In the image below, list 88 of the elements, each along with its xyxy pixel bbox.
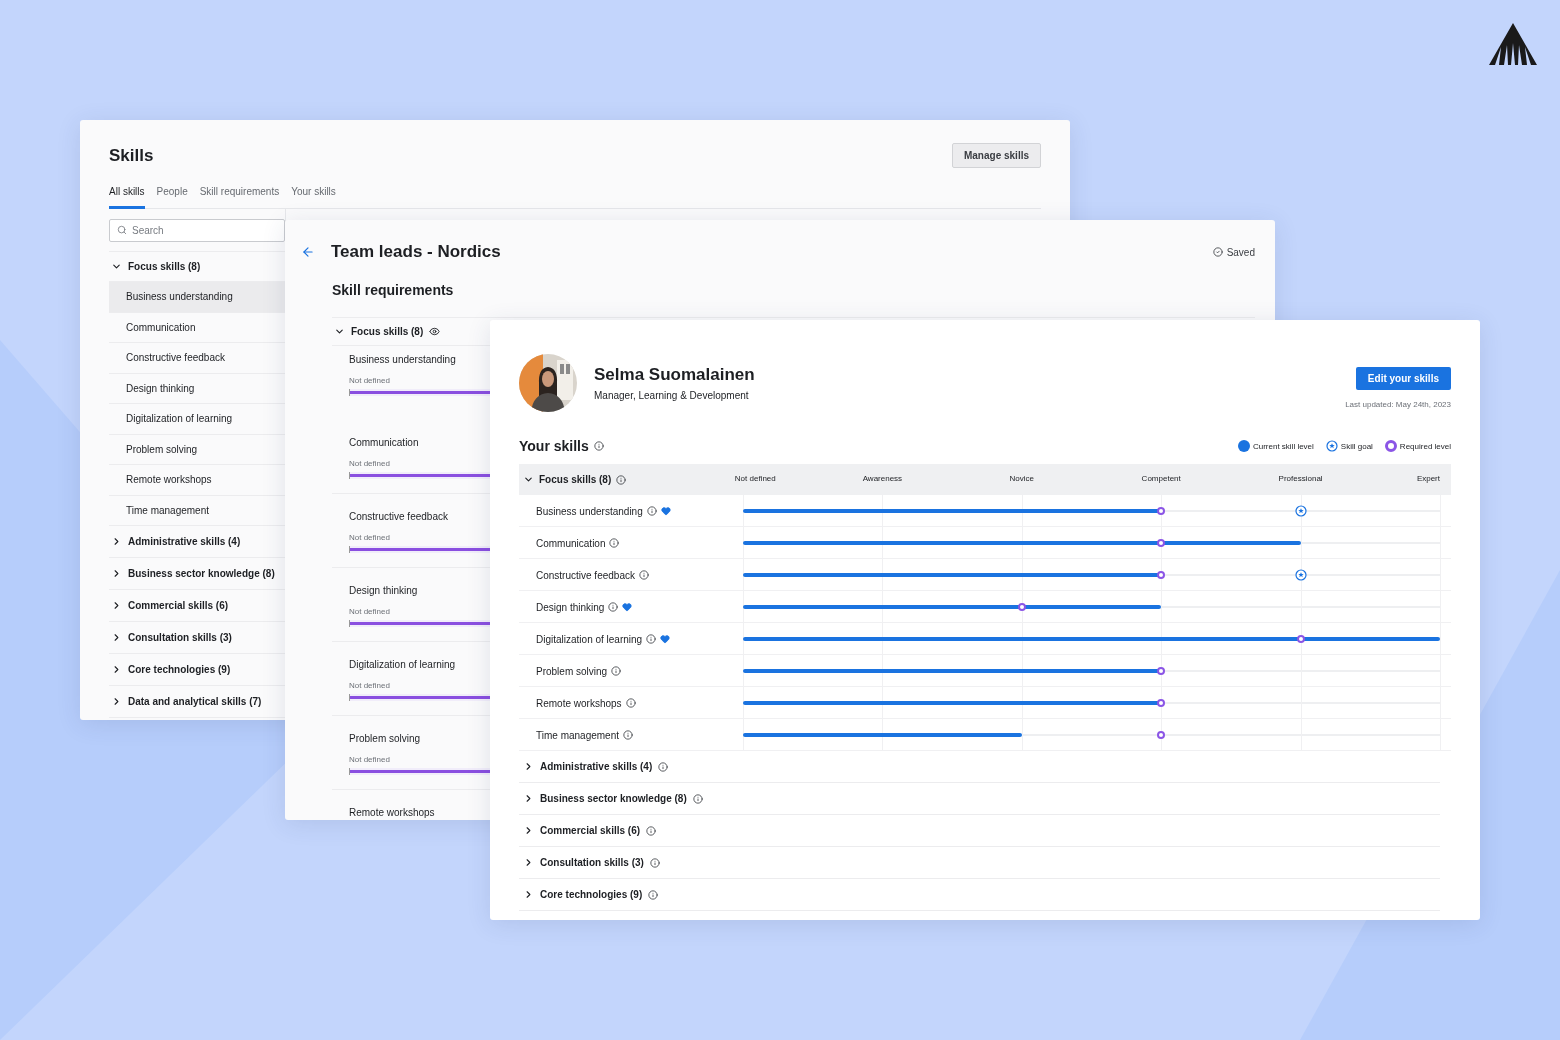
section-title: Your skills <box>519 438 589 454</box>
star-circle-icon <box>1325 440 1338 452</box>
manage-skills-button[interactable]: Manage skills <box>951 143 1041 168</box>
group-label[interactable]: Core technologies (9) <box>128 664 231 675</box>
group-label[interactable]: Focus skills (8) <box>351 326 424 337</box>
chevron-down-icon[interactable] <box>111 261 122 272</box>
column-header: Awareness <box>862 474 903 483</box>
skill-name: Business understanding <box>349 354 456 365</box>
skill-name: Design thinking <box>349 585 418 596</box>
level-value: Not defined <box>349 681 390 690</box>
info-icon[interactable] <box>638 570 649 580</box>
skill-name: Constructive feedback <box>349 511 448 522</box>
level-value: Not defined <box>349 607 390 616</box>
group-label[interactable]: Administrative skills (4) <box>540 761 653 772</box>
column-header: Competent <box>1141 474 1181 483</box>
info-icon[interactable] <box>609 538 620 548</box>
level-value: Not defined <box>349 755 390 764</box>
eye-icon[interactable] <box>429 326 441 337</box>
heart-icon[interactable] <box>622 602 633 612</box>
skill-name: Remote workshops <box>536 697 622 709</box>
column-header: Expert <box>1416 474 1440 483</box>
ring-icon <box>1384 440 1397 452</box>
column-header: Professional <box>1278 474 1323 483</box>
skill-name: Business understanding <box>536 505 643 517</box>
heart-icon[interactable] <box>660 634 671 644</box>
skill-name: Time management <box>536 729 619 741</box>
group-label[interactable]: Business sector knowledge (8) <box>540 793 687 804</box>
group-label[interactable]: Focus skills (8) <box>539 474 612 485</box>
skill-name: Digitalization of learning <box>536 633 643 645</box>
group-label[interactable]: Commercial skills (6) <box>540 825 641 836</box>
skill-name: Problem solving <box>349 733 421 744</box>
skill-name: Constructive feedback <box>536 569 635 581</box>
search-field[interactable]: Search <box>109 219 285 242</box>
check-circle-icon <box>1212 247 1223 257</box>
chevron-down-icon[interactable] <box>334 326 345 337</box>
skill-name: Digitalization of learning <box>349 659 456 670</box>
skill-name: Remote workshops <box>349 807 435 818</box>
info-icon[interactable] <box>646 506 657 516</box>
info-icon[interactable] <box>649 857 660 868</box>
info-icon[interactable] <box>608 602 619 612</box>
person-name: Selma Suomalainen <box>594 365 755 385</box>
info-icon[interactable] <box>646 825 657 836</box>
group-label[interactable]: Focus skills (8) <box>128 261 201 272</box>
search-icon <box>117 225 127 235</box>
skill-name: Problem solving <box>536 665 608 677</box>
person-role: Manager, Learning & Development <box>594 390 749 401</box>
info-icon[interactable] <box>616 474 627 485</box>
group-label[interactable]: Consultation skills (3) <box>540 857 644 868</box>
dot-icon <box>1237 440 1250 452</box>
group-label[interactable]: Core technologies (9) <box>540 889 643 900</box>
level-value: Not defined <box>349 459 390 468</box>
column-header: Novice <box>1009 474 1034 483</box>
section-title: Skill requirements <box>332 282 455 298</box>
info-icon[interactable] <box>648 889 659 900</box>
info-icon[interactable] <box>593 441 604 451</box>
page-title: Skills <box>109 144 154 167</box>
tab[interactable]: Skill requirements <box>199 182 280 209</box>
group-label[interactable]: Commercial skills (6) <box>128 600 229 611</box>
skill-list-item[interactable]: Business understanding <box>109 282 285 313</box>
info-icon[interactable] <box>625 698 636 708</box>
heart-icon[interactable] <box>660 506 671 516</box>
tab[interactable]: Your skills <box>291 182 336 209</box>
skill-name: Communication <box>349 437 419 448</box>
logo-icon <box>1489 23 1537 65</box>
info-icon[interactable] <box>646 634 657 644</box>
chevron-down-icon[interactable] <box>523 474 534 485</box>
group-label[interactable]: Data and analytical skills (7) <box>128 696 262 707</box>
info-icon[interactable] <box>611 666 622 676</box>
level-value: Not defined <box>349 533 390 542</box>
tab[interactable]: All skills <box>109 182 145 209</box>
group-label[interactable]: Administrative skills (4) <box>128 536 241 547</box>
level-value: Not defined <box>349 376 390 385</box>
page-title: Team leads - Nordics <box>331 242 502 262</box>
info-icon[interactable] <box>692 793 703 804</box>
info-icon[interactable] <box>623 730 633 740</box>
tab[interactable]: People <box>156 182 188 209</box>
legend-label: Skill goal <box>1340 441 1373 451</box>
edit-skills-button[interactable]: Edit your skills <box>1355 367 1451 390</box>
column-header: Not defined <box>734 474 776 483</box>
legend-label: Required level <box>1399 441 1451 451</box>
skill-name: Communication <box>536 537 606 549</box>
saved-status: Saved <box>1226 246 1255 258</box>
info-icon[interactable] <box>658 761 669 772</box>
last-updated-text: Last updated: May 24th, 2023 <box>1345 400 1451 409</box>
group-label[interactable]: Consultation skills (3) <box>128 632 232 643</box>
legend-label: Current skill level <box>1252 441 1314 451</box>
skill-name: Design thinking <box>536 601 605 613</box>
group-label[interactable]: Business sector knowledge (8) <box>128 568 275 579</box>
